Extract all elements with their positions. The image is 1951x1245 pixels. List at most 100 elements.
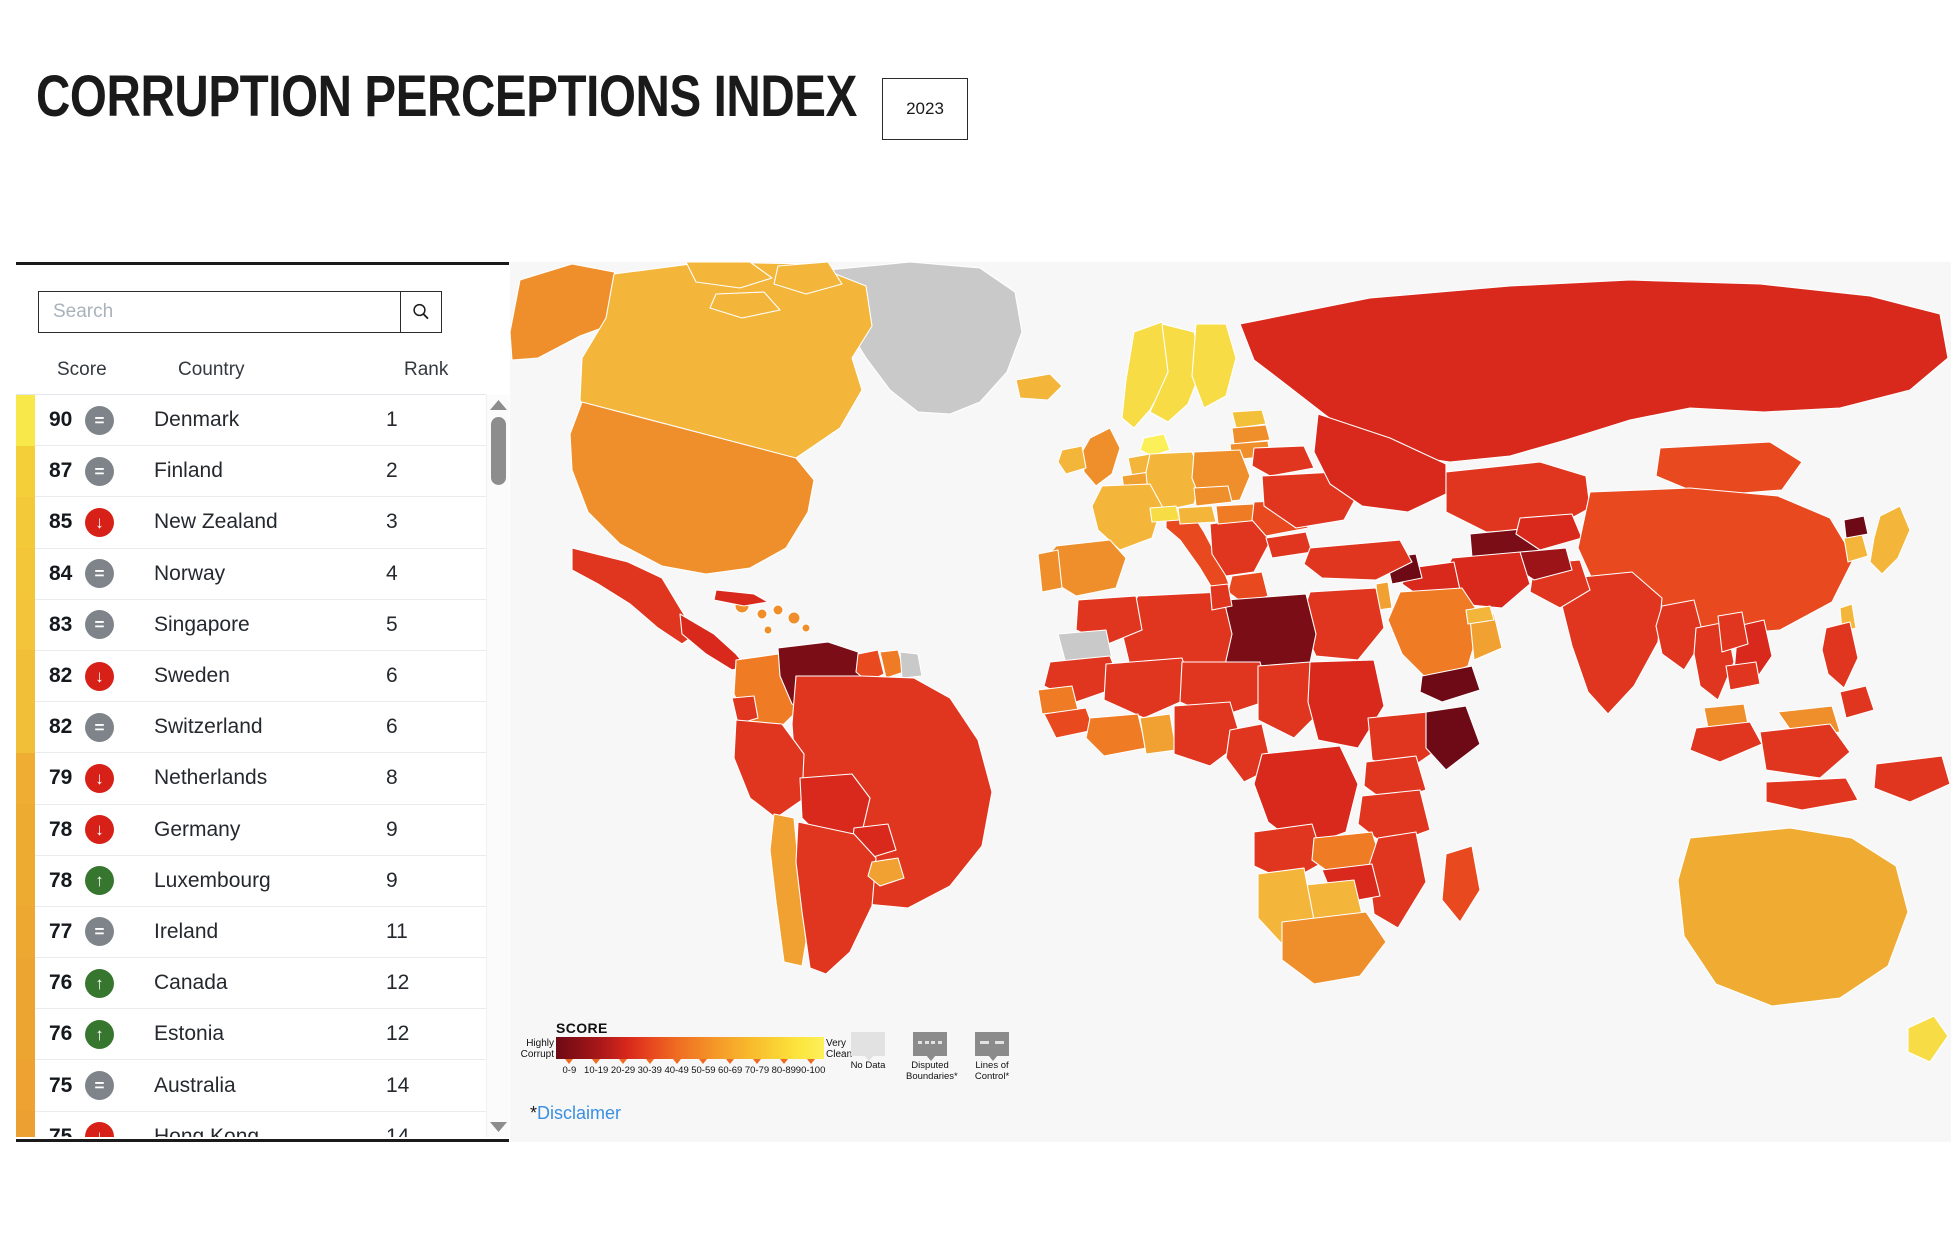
row-rank: 12 bbox=[386, 1022, 410, 1046]
country-rows-list[interactable]: 90 = Denmark 1 87 = Finland 2 85 ↓ New Zealand 3 84 =… bbox=[16, 395, 486, 1137]
row-country: Australia bbox=[154, 1073, 236, 1097]
score-color-bar bbox=[16, 957, 35, 1009]
table-row[interactable]: 75 = Australia 14 bbox=[16, 1059, 486, 1112]
trend-down-icon: ↓ bbox=[85, 507, 114, 537]
region-madagascar bbox=[1441, 845, 1481, 923]
column-header-country[interactable]: Country bbox=[178, 359, 245, 381]
row-score: 84 bbox=[49, 561, 73, 585]
world-map-panel[interactable]: SCORE Highly Corrupt Very Clean 0-9 10-19… bbox=[510, 262, 1951, 1142]
year-badge-label: 2023 bbox=[906, 99, 944, 118]
scroll-up-arrow-icon[interactable] bbox=[490, 400, 507, 410]
table-header-row: Score Country Rank bbox=[16, 349, 486, 395]
region-belarus bbox=[1251, 445, 1315, 477]
region-iceland bbox=[1015, 373, 1063, 401]
legend-tick-marker bbox=[806, 1059, 815, 1064]
table-row[interactable]: 84 = Norway 4 bbox=[16, 548, 486, 600]
legend-tick-label: 90-100 bbox=[795, 1065, 826, 1076]
row-rank: 9 bbox=[386, 868, 398, 892]
row-score: 82 bbox=[49, 664, 73, 688]
row-score: 75 bbox=[49, 1124, 73, 1137]
row-country: Sweden bbox=[154, 664, 230, 688]
page-title: CORRUPTION PERCEPTIONS INDEX bbox=[36, 64, 857, 129]
legend-tick-marker bbox=[779, 1059, 788, 1064]
trend-same-icon: = bbox=[85, 610, 114, 640]
row-trend: = bbox=[85, 456, 131, 486]
map-legend: SCORE Highly Corrupt Very Clean 0-9 10-19… bbox=[521, 1020, 1052, 1094]
table-row[interactable]: 82 = Switzerland 6 bbox=[16, 701, 486, 754]
year-badge[interactable]: 2023 bbox=[882, 78, 968, 140]
row-country: Denmark bbox=[154, 408, 240, 432]
row-trend: = bbox=[85, 712, 131, 742]
disclaimer-link[interactable]: *Disclaimer bbox=[530, 1103, 621, 1124]
region-finland bbox=[1191, 323, 1237, 409]
trend-same-icon: = bbox=[85, 559, 114, 589]
trend-same-icon: = bbox=[85, 1071, 114, 1101]
column-header-rank[interactable]: Rank bbox=[404, 359, 448, 381]
score-color-bar bbox=[16, 1008, 35, 1060]
row-rank: 5 bbox=[386, 612, 398, 636]
legend-tick-marker bbox=[726, 1059, 735, 1064]
table-row[interactable]: 77 = Ireland 11 bbox=[16, 906, 486, 959]
score-color-bar bbox=[16, 804, 35, 856]
row-rank: 2 bbox=[386, 459, 398, 483]
row-trend: ↓ bbox=[85, 815, 131, 845]
page-header: CORRUPTION PERCEPTIONS INDEX 2023 bbox=[0, 0, 1951, 262]
search-input[interactable] bbox=[38, 291, 400, 333]
score-color-bar bbox=[16, 906, 35, 958]
region-bulgaria bbox=[1265, 531, 1313, 559]
row-score: 78 bbox=[49, 868, 73, 892]
row-rank: 14 bbox=[386, 1124, 410, 1137]
row-trend: ↓ bbox=[85, 661, 131, 691]
region-ghana bbox=[1139, 713, 1177, 755]
score-color-bar bbox=[16, 1111, 35, 1137]
table-row[interactable]: 76 ↑ Canada 12 bbox=[16, 957, 486, 1010]
row-trend: = bbox=[85, 405, 131, 435]
row-country: Norway bbox=[154, 561, 226, 585]
legend-title: SCORE bbox=[556, 1020, 608, 1036]
table-row[interactable]: 85 ↓ New Zealand 3 bbox=[16, 496, 486, 549]
list-scrollbar[interactable] bbox=[486, 395, 509, 1137]
scroll-down-arrow-icon[interactable] bbox=[490, 1122, 507, 1132]
legend-tick-marker bbox=[619, 1059, 627, 1064]
table-row[interactable]: 90 = Denmark 1 bbox=[16, 395, 486, 447]
legend-tick-marker bbox=[672, 1059, 681, 1064]
row-country: Netherlands bbox=[154, 766, 268, 790]
table-row[interactable]: 75 ↓ Hong Kong 14 bbox=[16, 1111, 486, 1137]
region-somalia bbox=[1425, 705, 1481, 771]
row-rank: 6 bbox=[386, 715, 398, 739]
legend-tick-marker bbox=[645, 1059, 654, 1064]
table-row[interactable]: 82 ↓ Sweden 6 bbox=[16, 650, 486, 703]
row-score: 79 bbox=[49, 766, 73, 790]
scrollbar-thumb[interactable] bbox=[491, 417, 506, 485]
trend-down-icon: ↓ bbox=[85, 815, 114, 845]
row-trend: ↓ bbox=[85, 763, 131, 793]
row-rank: 14 bbox=[386, 1073, 410, 1097]
column-header-score[interactable]: Score bbox=[57, 359, 107, 381]
row-country: Singapore bbox=[154, 612, 250, 636]
table-row[interactable]: 78 ↓ Germany 9 bbox=[16, 804, 486, 856]
search-button[interactable] bbox=[400, 291, 442, 333]
legend-extra-group: No Data Disputed Boundaries* Lines of Co… bbox=[844, 1032, 1016, 1082]
table-row[interactable]: 79 ↓ Netherlands 8 bbox=[16, 752, 486, 805]
region-indonesia bbox=[1689, 721, 1859, 811]
table-row[interactable]: 87 = Finland 2 bbox=[16, 445, 486, 498]
legend-no-data: No Data bbox=[844, 1032, 892, 1082]
trend-same-icon: = bbox=[85, 405, 114, 435]
row-country: Switzerland bbox=[154, 715, 263, 739]
row-trend: = bbox=[85, 610, 131, 640]
table-row[interactable]: 78 ↑ Luxembourg 9 bbox=[16, 855, 486, 907]
table-row[interactable]: 83 = Singapore 5 bbox=[16, 599, 486, 651]
score-color-bar bbox=[16, 650, 35, 702]
row-trend: ↓ bbox=[85, 507, 131, 537]
region-switzerland bbox=[1149, 505, 1181, 523]
table-row[interactable]: 76 ↑ Estonia 12 bbox=[16, 1008, 486, 1061]
region-north-korea bbox=[1843, 515, 1869, 539]
world-map[interactable] bbox=[510, 262, 1951, 1142]
row-score: 77 bbox=[49, 919, 73, 943]
row-score: 85 bbox=[49, 510, 73, 534]
row-score: 76 bbox=[49, 971, 73, 995]
score-color-bar bbox=[16, 701, 35, 753]
region-mozambique bbox=[1367, 831, 1427, 929]
row-rank: 3 bbox=[386, 510, 398, 534]
trend-down-icon: ↓ bbox=[85, 661, 114, 691]
